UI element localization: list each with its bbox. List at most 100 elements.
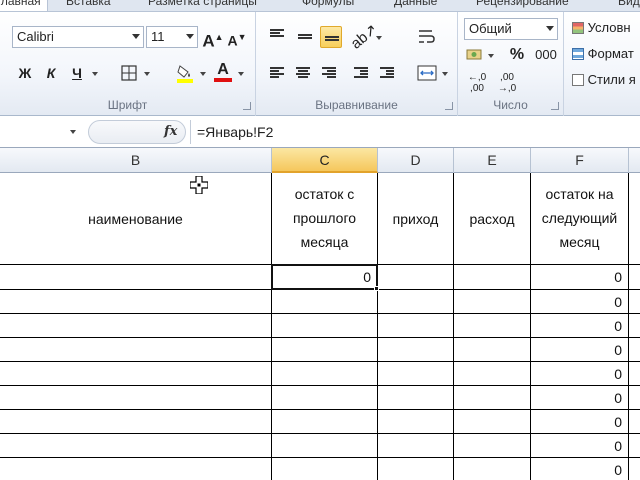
format-as-table-button[interactable]: Формат: [572, 46, 634, 61]
align-bottom-button[interactable]: [320, 26, 342, 48]
italic-button[interactable]: К: [40, 62, 62, 84]
cell-f-value[interactable]: 0: [531, 414, 628, 430]
column-headers: B C D E F: [0, 148, 640, 173]
font-size-value: 11: [151, 29, 165, 44]
font-group: Calibri 11 A▲ A▼ Ж К Ч A Шрифт: [0, 12, 256, 116]
formula-bar: fx =Январь!F2: [0, 116, 640, 148]
chevron-down-icon: [200, 72, 206, 76]
align-middle-button[interactable]: [294, 28, 316, 50]
number-group-label: Число: [493, 98, 528, 112]
insert-function-button[interactable]: fx: [164, 124, 177, 139]
bold-button[interactable]: Ж: [14, 62, 36, 84]
ribbon: Calibri 11 A▲ A▼ Ж К Ч A Шрифт ab↗ Вырав…: [0, 12, 640, 116]
worksheet-grid[interactable]: наименование остаток с прошлого месяца п…: [0, 173, 640, 480]
tab-review[interactable]: Рецензирование: [476, 0, 569, 11]
column-header-b[interactable]: B: [0, 148, 272, 173]
tab-data[interactable]: Данные: [394, 0, 437, 11]
merge-center-button[interactable]: [416, 62, 438, 84]
column-header-f[interactable]: F: [531, 148, 629, 173]
cell-f-header[interactable]: остаток на следующий месяц: [531, 182, 628, 254]
number-group: Общий % 000 ←,0,00 ,00 →,0 Число: [458, 12, 564, 116]
cell-e-header[interactable]: расход: [454, 207, 530, 231]
number-format-select[interactable]: Общий: [464, 18, 558, 40]
chevron-down-icon: [186, 34, 194, 39]
cell-f-value[interactable]: 0: [531, 438, 628, 454]
font-name-value: Calibri: [17, 29, 54, 44]
cell-f-value[interactable]: 0: [531, 294, 628, 310]
active-cell-selection[interactable]: [271, 264, 378, 290]
wrap-text-button[interactable]: [416, 26, 438, 48]
chevron-down-icon: [144, 72, 150, 76]
font-size-select[interactable]: 11: [146, 26, 198, 48]
font-color-icon: A: [217, 61, 229, 78]
cell-f-value[interactable]: 0: [531, 390, 628, 406]
column-header-e[interactable]: E: [454, 148, 531, 173]
decrease-decimal-icon: ,00 →,0: [497, 72, 517, 94]
name-box[interactable]: [0, 121, 84, 143]
shrink-font-button[interactable]: A▼: [226, 26, 248, 49]
shrink-font-icon: A: [227, 32, 238, 49]
chevron-down-icon[interactable]: [70, 130, 76, 134]
tab-insert[interactable]: Вставка: [66, 0, 111, 11]
increase-decimal-icon: ←,0,00: [467, 72, 487, 94]
font-name-select[interactable]: Calibri: [12, 26, 144, 48]
align-left-button[interactable]: [266, 62, 288, 84]
align-top-button[interactable]: [266, 24, 288, 46]
cell-f-value[interactable]: 0: [531, 342, 628, 358]
column-header-c[interactable]: C: [272, 148, 378, 173]
align-right-button[interactable]: [318, 62, 340, 84]
align-top-icon: [270, 29, 284, 41]
ribbon-tab-strip: Главная Вставка Разметка страницы Формул…: [0, 0, 640, 12]
column-header-d[interactable]: D: [378, 148, 454, 173]
alignment-group-label: Выравнивание: [315, 98, 398, 112]
tab-home[interactable]: Главная: [0, 0, 48, 11]
percent-format-button[interactable]: %: [506, 44, 528, 66]
grow-font-button[interactable]: A▲: [202, 26, 224, 51]
chevron-down-icon: [442, 72, 448, 76]
grow-font-icon: A: [202, 31, 215, 51]
alignment-dialog-launcher[interactable]: [445, 102, 453, 110]
formula-input[interactable]: =Январь!F2: [190, 120, 640, 144]
chevron-down-icon: [376, 36, 382, 40]
tab-view[interactable]: Вид: [618, 0, 640, 11]
fill-handle[interactable]: [374, 286, 379, 291]
table-icon: [572, 48, 584, 60]
cell-f-value[interactable]: 0: [531, 462, 628, 478]
align-center-icon: [296, 67, 310, 79]
decrease-decimal-button[interactable]: ,00 →,0: [494, 72, 520, 94]
font-color-button[interactable]: A: [212, 62, 234, 84]
chevron-down-icon: [132, 34, 140, 39]
currency-format-button[interactable]: [464, 44, 486, 66]
column-header-g[interactable]: [629, 148, 640, 173]
number-dialog-launcher[interactable]: [551, 102, 559, 110]
cell-cursor-icon: [190, 176, 208, 194]
tab-formulas[interactable]: Формулы: [302, 0, 354, 11]
tab-page-layout[interactable]: Разметка страницы: [148, 0, 257, 11]
chevron-down-icon: [546, 26, 554, 31]
increase-decimal-button[interactable]: ←,0,00: [464, 72, 490, 94]
conditional-formatting-icon: [572, 22, 584, 34]
decrease-indent-button[interactable]: [350, 62, 372, 84]
align-left-icon: [270, 67, 284, 79]
merge-cells-icon: [417, 65, 437, 81]
cell-f-value[interactable]: 0: [531, 318, 628, 334]
orientation-button[interactable]: ab↗: [348, 21, 381, 53]
cell-b-header[interactable]: наименование: [0, 207, 271, 231]
paint-bucket-icon: [177, 65, 193, 83]
conditional-formatting-button[interactable]: Условн: [572, 20, 631, 35]
align-center-button[interactable]: [292, 62, 314, 84]
cell-d-header[interactable]: приход: [378, 207, 453, 231]
align-bottom-icon: [325, 36, 339, 48]
cell-f-value[interactable]: 0: [531, 366, 628, 382]
align-right-icon: [322, 67, 336, 79]
increase-indent-button[interactable]: [376, 62, 398, 84]
borders-button[interactable]: [118, 62, 140, 84]
cell-c-header[interactable]: остаток с прошлого месяца: [272, 182, 377, 254]
thousands-format-button[interactable]: 000: [532, 44, 560, 66]
increase-indent-icon: [380, 67, 394, 79]
cell-f-value[interactable]: 0: [531, 269, 628, 285]
underline-button[interactable]: Ч: [66, 62, 88, 84]
fill-color-button[interactable]: [174, 62, 196, 84]
font-dialog-launcher[interactable]: [243, 102, 251, 110]
cell-styles-button[interactable]: Стили я: [572, 72, 636, 87]
